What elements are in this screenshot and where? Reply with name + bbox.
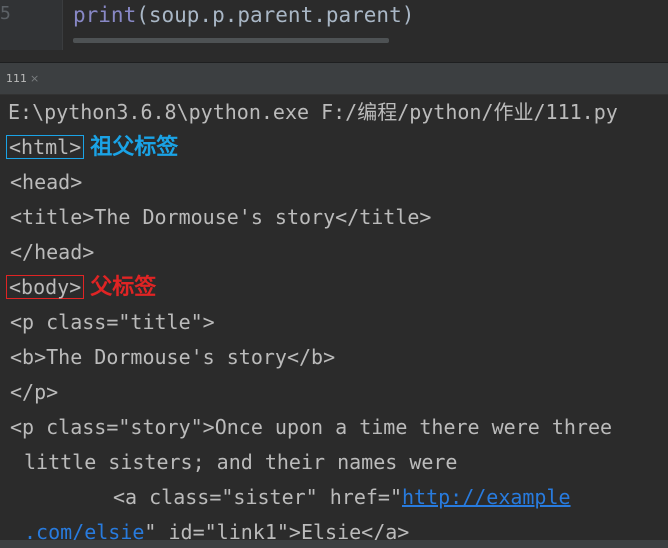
console-anchor-line: <a class="sister" href="http://example xyxy=(113,484,571,510)
line-number: 5 xyxy=(0,3,11,24)
code-arguments: (soup.p.parent.parent) xyxy=(136,3,415,27)
console-body-line: <body> 父标签 xyxy=(6,274,157,300)
code-line[interactable]: print(soup.p.parent.parent) xyxy=(73,3,414,27)
close-icon[interactable]: × xyxy=(30,72,39,85)
html-tag-highlight: <html> xyxy=(6,135,85,159)
run-tab-bar: 111 × xyxy=(0,63,668,95)
body-tag-highlight: <body> xyxy=(6,275,85,299)
elsie-link[interactable]: http://example xyxy=(402,485,571,509)
tab-label: 111 xyxy=(6,72,27,85)
console-p-story-line: <p class="story">Once upon a time there … xyxy=(10,415,613,439)
console-p-close-line: </p> xyxy=(10,380,59,404)
code-editor[interactable]: 5 print(soup.p.parent.parent) xyxy=(0,0,668,50)
console-command-line: E:\python3.6.8\python.exe F:/编程/python/作… xyxy=(8,100,618,124)
grandparent-tag-annotation: 祖父标签 xyxy=(90,135,179,160)
console-p-title-line: <p class="title"> xyxy=(10,310,215,334)
console-head-close-line: </head> xyxy=(10,240,95,264)
bottom-tool-strip xyxy=(0,540,668,548)
console-p-story-wrap-line: little sisters; and their names were xyxy=(24,450,458,474)
run-console-output[interactable]: E:\python3.6.8\python.exe F:/编程/python/作… xyxy=(0,95,668,548)
anchor-prefix: <a class="sister" href=" xyxy=(113,485,402,509)
line-number-gutter: 5 xyxy=(0,0,63,50)
console-b-line: <b>The Dormouse's story</b> xyxy=(10,345,336,369)
code-function-name: print xyxy=(73,3,137,27)
console-html-line: <html> 祖父标签 xyxy=(6,134,179,160)
tab-111[interactable]: 111 × xyxy=(0,69,45,89)
console-head-open-line: <head> xyxy=(10,170,83,194)
console-title-line: <title>The Dormouse's story</title> xyxy=(10,205,432,229)
parent-tag-annotation: 父标签 xyxy=(90,275,157,300)
editor-horizontal-scrollbar[interactable] xyxy=(73,38,389,43)
